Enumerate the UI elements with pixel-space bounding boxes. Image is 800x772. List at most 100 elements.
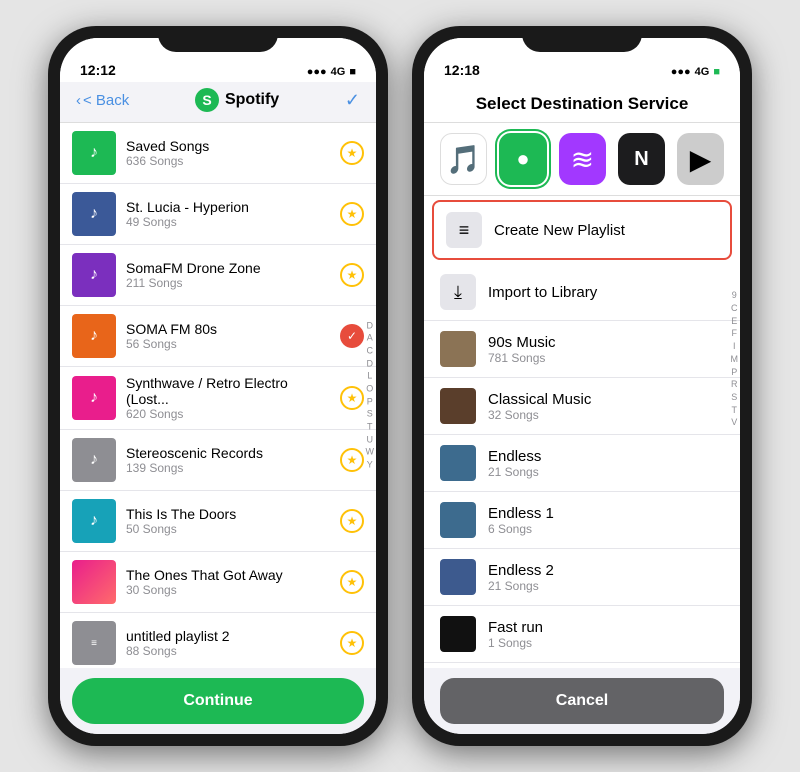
service-napster[interactable]: N (618, 133, 665, 185)
dest-name: Classical Music (488, 391, 724, 408)
playlist-info: Synthwave / Retro Electro (Lost... 620 S… (126, 375, 330, 421)
index-letter: S (731, 392, 739, 404)
playlist-name: The Ones That Got Away (126, 567, 330, 583)
phone-1: 12:12 ●●● 4G ■ ‹ < Back S Spotify ✓ (48, 26, 388, 746)
dest-title: Select Destination Service (440, 94, 724, 114)
phone-2: 12:18 ●●● 4G ■ Select Destination Servic… (412, 26, 752, 746)
star-icon[interactable]: ★ (340, 141, 364, 165)
playlist-count: 636 Songs (126, 154, 330, 168)
playlist-name: Synthwave / Retro Electro (Lost... (126, 375, 330, 407)
dest-thumb (440, 331, 476, 367)
dest-info: 90s Music 781 Songs (488, 334, 724, 365)
dest-sub: 781 Songs (488, 351, 724, 365)
service-spotify[interactable]: ● (499, 133, 547, 185)
index-letter: D (366, 358, 375, 370)
battery-icon-2: ■ (713, 66, 720, 78)
nav-check-icon[interactable]: ✓ (345, 90, 360, 111)
network-label-1: 4G (331, 66, 346, 78)
playlist-info: The Ones That Got Away 30 Songs (126, 567, 330, 597)
dest-sub: 32 Songs (488, 408, 724, 422)
index-letter: D (366, 320, 375, 332)
star-icon[interactable]: ★ (340, 448, 364, 472)
list-item[interactable]: ♪ Synthwave / Retro Electro (Lost... 620… (60, 367, 376, 430)
playlist-thumb: ♪ (72, 314, 116, 358)
index-letter: T (731, 405, 739, 417)
notch-2 (522, 26, 642, 52)
playlist-info: Stereoscenic Records 139 Songs (126, 445, 330, 475)
playlist-info: SOMA FM 80s 56 Songs (126, 321, 330, 351)
service-deezer[interactable]: ≋ (559, 133, 606, 185)
star-icon[interactable]: ★ (340, 263, 364, 287)
dest-thumb (440, 502, 476, 538)
service-more[interactable]: ▶ (677, 133, 724, 185)
create-playlist-label: Create New Playlist (494, 222, 718, 239)
back-button[interactable]: ‹ < Back (76, 92, 129, 109)
signal-icon-2: ●●● (671, 66, 691, 78)
dest-sub: 6 Songs (488, 522, 724, 536)
dest-sub: 21 Songs (488, 579, 724, 593)
napster-icon: N (634, 148, 648, 171)
thumb-icon: ♪ (90, 389, 98, 407)
playlist-fastrun1[interactable]: Fast run 1 3 Songs (424, 663, 740, 668)
list-item[interactable]: ♪ Saved Songs 636 Songs ★ (60, 123, 376, 184)
playlist-name: St. Lucia - Hyperion (126, 199, 330, 215)
star-icon[interactable]: ★ (340, 570, 364, 594)
thumb-icon: ♪ (90, 327, 98, 345)
list-item[interactable]: ≡ untitled playlist 2 88 Songs ★ (60, 613, 376, 668)
playlist-endless1[interactable]: Endless 1 6 Songs (424, 492, 740, 549)
playlist-count: 88 Songs (126, 644, 330, 658)
status-icons-2: ●●● 4G ■ (671, 66, 720, 78)
list-item[interactable]: ♪ SOMA FM 80s 56 Songs ✓ (60, 306, 376, 367)
deezer-icon: ≋ (571, 143, 594, 176)
list-item[interactable]: ♪ SomaFM Drone Zone 211 Songs ★ (60, 245, 376, 306)
dest-thumb (440, 445, 476, 481)
nav-bar-1: ‹ < Back S Spotify ✓ (60, 82, 376, 123)
import-library-item[interactable]: ⤓ Import to Library (424, 264, 740, 321)
dest-info: Endless 2 21 Songs (488, 562, 724, 593)
dest-info: Classical Music 32 Songs (488, 391, 724, 422)
star-icon[interactable]: ★ (340, 509, 364, 533)
nav-title-text: Spotify (225, 91, 279, 109)
index-letter: R (731, 379, 739, 391)
star-icon[interactable]: ★ (340, 386, 364, 410)
list-item[interactable]: ♪ Stereoscenic Records 139 Songs ★ (60, 430, 376, 491)
playlist-thumb: ♪ (72, 376, 116, 420)
dest-info: Fast run 1 Songs (488, 619, 724, 650)
thumb-icon: ♪ (90, 144, 98, 162)
playlist-thumb: ♪ (72, 438, 116, 482)
dest-thumb (440, 559, 476, 595)
list-item[interactable]: ♪ This Is The Doors 50 Songs ★ (60, 491, 376, 552)
dest-sub: 21 Songs (488, 465, 724, 479)
back-label: < Back (83, 92, 129, 109)
list-item[interactable]: ♪ St. Lucia - Hyperion 49 Songs ★ (60, 184, 376, 245)
more-icon: ▶ (690, 143, 712, 176)
playlist-count: 49 Songs (126, 215, 330, 229)
playlist-90s[interactable]: 90s Music 781 Songs (424, 321, 740, 378)
back-chevron-icon: ‹ (76, 92, 81, 109)
dest-name: Endless 1 (488, 505, 724, 522)
playlist-name: This Is The Doors (126, 506, 330, 522)
playlist-endless[interactable]: Endless 21 Songs (424, 435, 740, 492)
battery-icon-1: ■ (349, 66, 356, 78)
star-icon[interactable]: ★ (340, 202, 364, 226)
dest-sub: 1 Songs (488, 636, 724, 650)
index-letter: I (731, 341, 739, 353)
star-icon[interactable]: ★ (340, 631, 364, 655)
service-apple[interactable]: 🎵 (440, 133, 487, 185)
dest-name: Fast run (488, 619, 724, 636)
check-icon: ✓ (340, 324, 364, 348)
playlist-fastrun[interactable]: Fast run 1 Songs (424, 606, 740, 663)
list-item[interactable]: The Ones That Got Away 30 Songs ★ (60, 552, 376, 613)
import-info: Import to Library (488, 284, 724, 301)
cancel-button[interactable]: Cancel (440, 678, 724, 724)
dest-list: ≡ Create New Playlist ⤓ Import to Librar… (424, 196, 740, 668)
playlist-list: ♪ Saved Songs 636 Songs ★ ♪ St. Lucia - … (60, 123, 376, 668)
continue-button[interactable]: Continue (72, 678, 364, 724)
playlist-name: SOMA FM 80s (126, 321, 330, 337)
create-playlist-item[interactable]: ≡ Create New Playlist (432, 200, 732, 260)
playlist-info: This Is The Doors 50 Songs (126, 506, 330, 536)
spotify-service-icon: ● (516, 146, 529, 172)
thumb-icon: ♪ (90, 205, 98, 223)
playlist-endless2[interactable]: Endless 2 21 Songs (424, 549, 740, 606)
playlist-classical[interactable]: Classical Music 32 Songs (424, 378, 740, 435)
